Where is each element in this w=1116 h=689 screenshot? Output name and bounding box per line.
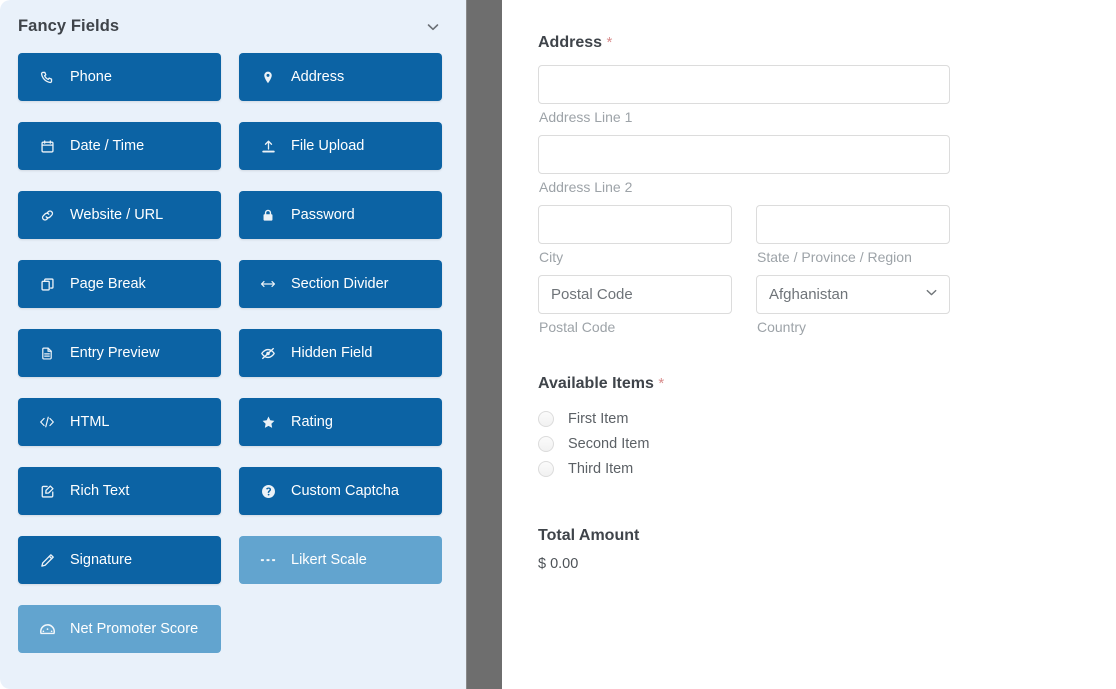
upload-icon	[257, 137, 279, 155]
field-button-likert-scale[interactable]: Likert Scale	[239, 536, 442, 584]
field-button-label: Likert Scale	[291, 552, 367, 568]
field-button-label: Phone	[70, 69, 112, 85]
state-input[interactable]	[756, 205, 950, 244]
document-icon	[36, 344, 58, 362]
lock-icon	[257, 206, 279, 224]
city-input[interactable]	[538, 205, 732, 244]
address-line1-input[interactable]	[538, 65, 950, 104]
radio-option[interactable]: Third Item	[538, 456, 950, 481]
city-state-row: City State / Province / Region	[538, 205, 950, 275]
field-button-rating[interactable]: Rating	[239, 398, 442, 446]
field-button-label: Section Divider	[291, 276, 389, 292]
pencil-square-icon	[36, 482, 58, 500]
field-button-rich-text[interactable]: Rich Text	[18, 467, 221, 515]
country-select[interactable]: Afghanistan	[756, 275, 950, 314]
total-amount-label: Total Amount	[538, 527, 950, 545]
radio-circle-icon[interactable]	[538, 461, 554, 477]
available-items-label: Available Items *	[538, 375, 950, 393]
radio-option[interactable]: Second Item	[538, 431, 950, 456]
field-button-file-upload[interactable]: File Upload	[239, 122, 442, 170]
field-button-net-promoter-score[interactable]: Net Promoter Score	[18, 605, 221, 653]
address-line2-sublabel: Address Line 2	[539, 179, 950, 195]
spacer	[538, 345, 950, 375]
available-items-radio-group: First Item Second Item Third Item	[538, 406, 950, 481]
field-button-html[interactable]: HTML	[18, 398, 221, 446]
country-sublabel: Country	[757, 319, 950, 335]
available-items-label-text: Available Items	[538, 375, 654, 392]
field-button-label: Rich Text	[70, 483, 129, 499]
chevron-down-icon[interactable]	[422, 16, 444, 38]
address-field-label: Address *	[538, 34, 950, 52]
postal-code-sublabel: Postal Code	[539, 319, 732, 335]
pen-icon	[36, 551, 58, 569]
code-icon	[36, 413, 58, 431]
field-button-label: Entry Preview	[70, 345, 159, 361]
total-amount-value: $ 0.00	[538, 556, 950, 572]
arrows-horizontal-icon	[257, 275, 279, 293]
panel-divider-scrollbar[interactable]	[466, 0, 502, 689]
field-button-grid: Phone Address Date / Time File Upload Websit…	[0, 53, 466, 653]
phone-icon	[36, 68, 58, 86]
spacer	[538, 481, 950, 527]
city-sublabel: City	[539, 249, 732, 265]
address-required-marker: *	[606, 34, 612, 51]
field-button-label: HTML	[70, 414, 109, 430]
chevron-down-icon	[924, 285, 939, 304]
available-items-required-marker: *	[658, 375, 664, 392]
calendar-icon	[36, 137, 58, 155]
form-builder-window: Fancy Fields Phone Address Date / Time File…	[0, 0, 1116, 689]
field-button-label: Password	[291, 207, 355, 223]
address-label-text: Address	[538, 34, 602, 51]
panel-title: Fancy Fields	[18, 17, 119, 36]
field-button-label: Custom Captcha	[291, 483, 399, 499]
field-button-label: Address	[291, 69, 344, 85]
field-button-entry-preview[interactable]: Entry Preview	[18, 329, 221, 377]
radio-circle-icon[interactable]	[538, 411, 554, 427]
field-button-label: Signature	[70, 552, 132, 568]
field-button-label: Page Break	[70, 276, 146, 292]
field-button-label: Date / Time	[70, 138, 144, 154]
state-sublabel: State / Province / Region	[757, 249, 950, 265]
address-line2-input[interactable]	[538, 135, 950, 174]
dots-icon	[257, 551, 279, 569]
field-button-hidden-field[interactable]: Hidden Field	[239, 329, 442, 377]
pages-icon	[36, 275, 58, 293]
radio-circle-icon[interactable]	[538, 436, 554, 452]
postal-code-input[interactable]: Postal Code	[538, 275, 732, 314]
field-button-label: File Upload	[291, 138, 364, 154]
field-button-section-divider[interactable]: Section Divider	[239, 260, 442, 308]
radio-option-label: Third Item	[568, 461, 633, 477]
address-line1-sublabel: Address Line 1	[539, 109, 950, 125]
gauge-icon	[36, 620, 58, 638]
star-icon	[257, 413, 279, 431]
form-preview-pane: Address * Address Line 1 Address Line 2 …	[502, 0, 1116, 689]
field-button-label: Rating	[291, 414, 333, 430]
field-button-custom-captcha[interactable]: Custom Captcha	[239, 467, 442, 515]
question-circle-icon	[257, 482, 279, 500]
postal-country-row: Postal Code Postal Code Afghanistan Coun…	[538, 275, 950, 345]
field-button-date-time[interactable]: Date / Time	[18, 122, 221, 170]
sidebar-panel-header[interactable]: Fancy Fields	[0, 0, 466, 53]
eye-slash-icon	[257, 344, 279, 362]
country-select-value: Afghanistan	[769, 286, 848, 303]
radio-option-label: First Item	[568, 411, 628, 427]
field-button-phone[interactable]: Phone	[18, 53, 221, 101]
link-icon	[36, 206, 58, 224]
field-button-label: Net Promoter Score	[70, 621, 198, 637]
field-button-address[interactable]: Address	[239, 53, 442, 101]
field-button-website-url[interactable]: Website / URL	[18, 191, 221, 239]
field-button-label: Hidden Field	[291, 345, 372, 361]
field-button-password[interactable]: Password	[239, 191, 442, 239]
field-button-page-break[interactable]: Page Break	[18, 260, 221, 308]
field-button-signature[interactable]: Signature	[18, 536, 221, 584]
radio-option[interactable]: First Item	[538, 406, 950, 431]
fancy-fields-sidebar: Fancy Fields Phone Address Date / Time File…	[0, 0, 466, 689]
map-pin-icon	[257, 68, 279, 86]
radio-option-label: Second Item	[568, 436, 649, 452]
field-button-label: Website / URL	[70, 207, 163, 223]
